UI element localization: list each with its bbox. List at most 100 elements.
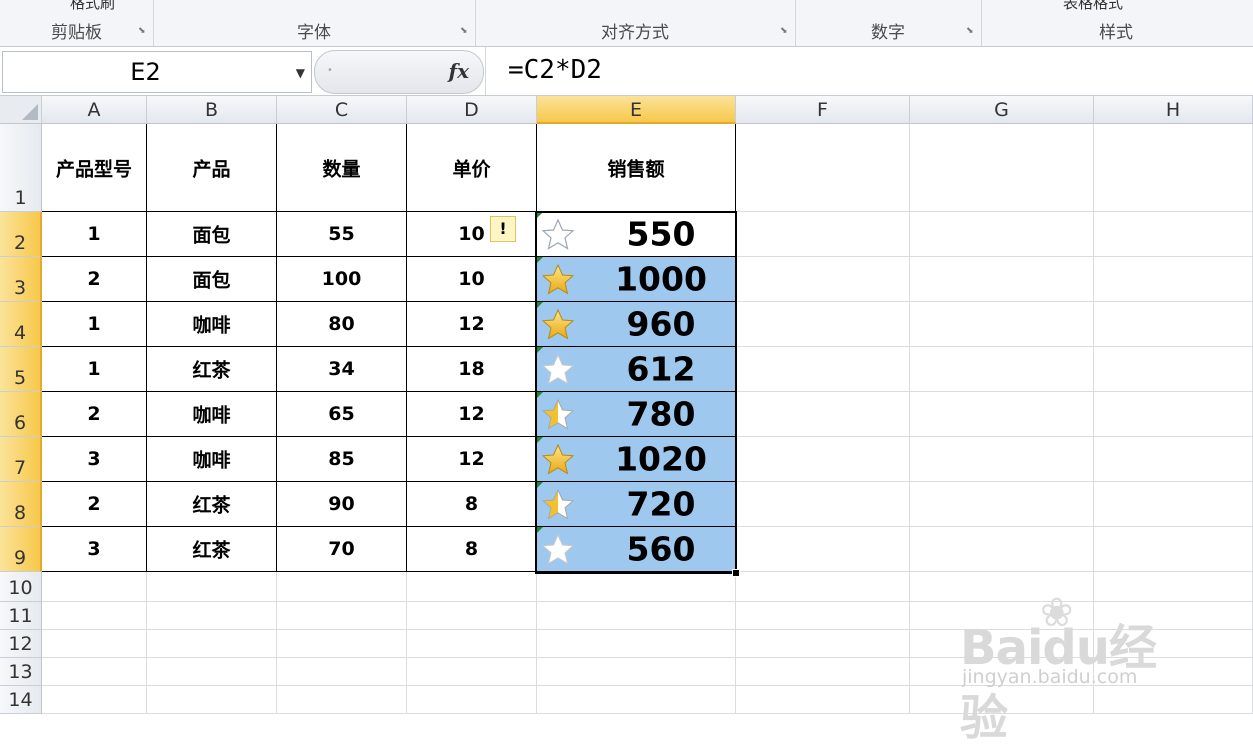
table-cell-model[interactable]: 1 (42, 302, 147, 347)
sales-cell[interactable]: 960 (537, 302, 736, 347)
empty-cell[interactable] (147, 602, 277, 630)
column-header-c[interactable]: C (277, 96, 407, 124)
empty-cell[interactable] (1094, 212, 1253, 257)
column-header-a[interactable]: A (42, 96, 147, 124)
chevron-down-icon[interactable]: ▼ (296, 66, 305, 80)
table-cell-qty[interactable]: 80 (277, 302, 407, 347)
empty-cell[interactable] (277, 686, 407, 714)
empty-cell[interactable] (736, 347, 910, 392)
table-cell-price[interactable]: 10 (407, 212, 537, 257)
table-cell-price[interactable]: 18 (407, 347, 537, 392)
empty-cell[interactable] (1094, 437, 1253, 482)
table-cell-model[interactable]: 1 (42, 347, 147, 392)
empty-cell[interactable] (736, 212, 910, 257)
empty-cell[interactable] (736, 257, 910, 302)
table-cell-model[interactable]: 2 (42, 257, 147, 302)
sales-cell[interactable]: 780 (537, 392, 736, 437)
empty-cell[interactable] (910, 302, 1094, 347)
table-cell-price[interactable]: 10 (407, 257, 537, 302)
table-cell-qty[interactable]: 85 (277, 437, 407, 482)
empty-cell[interactable] (736, 124, 910, 212)
empty-cell[interactable] (736, 686, 910, 714)
empty-cell[interactable] (736, 302, 910, 347)
table-cell-model[interactable]: 2 (42, 392, 147, 437)
empty-cell[interactable] (407, 602, 537, 630)
empty-cell[interactable] (910, 124, 1094, 212)
column-header-h[interactable]: H (1094, 96, 1253, 124)
empty-cell[interactable] (910, 347, 1094, 392)
table-cell-model[interactable]: 2 (42, 482, 147, 527)
row-header-11[interactable]: 11 (0, 602, 42, 630)
row-header-3[interactable]: 3 (0, 257, 42, 302)
dialog-launcher-icon[interactable]: ⬊ (460, 27, 469, 36)
empty-cell[interactable] (407, 572, 537, 602)
empty-cell[interactable] (277, 658, 407, 686)
table-cell-price[interactable]: 12 (407, 302, 537, 347)
empty-cell[interactable] (537, 630, 736, 658)
empty-cell[interactable] (147, 572, 277, 602)
table-cell-qty[interactable]: 100 (277, 257, 407, 302)
table-cell-model[interactable]: 1 (42, 212, 147, 257)
select-all-button[interactable] (0, 96, 42, 124)
sales-cell[interactable]: 1000 (537, 257, 736, 302)
empty-cell[interactable] (537, 686, 736, 714)
table-cell-price[interactable]: 12 (407, 392, 537, 437)
empty-cell[interactable] (736, 437, 910, 482)
empty-cell[interactable] (277, 630, 407, 658)
empty-cell[interactable] (1094, 392, 1253, 437)
row-header-12[interactable]: 12 (0, 630, 42, 658)
table-cell-product[interactable]: 咖啡 (147, 437, 277, 482)
column-header-g[interactable]: G (910, 96, 1094, 124)
empty-cell[interactable] (1094, 302, 1253, 347)
table-cell-qty[interactable]: 55 (277, 212, 407, 257)
header-cell-product[interactable]: 产品 (147, 124, 277, 212)
table-cell-price[interactable]: 8 (407, 527, 537, 572)
table-cell-product[interactable]: 红茶 (147, 347, 277, 392)
empty-cell[interactable] (736, 572, 910, 602)
sales-cell[interactable]: 550 (537, 212, 736, 257)
table-cell-qty[interactable]: 70 (277, 527, 407, 572)
empty-cell[interactable] (910, 257, 1094, 302)
row-header-8[interactable]: 8 (0, 482, 42, 527)
dialog-launcher-icon[interactable]: ⬊ (780, 27, 789, 36)
row-header-4[interactable]: 4 (0, 302, 42, 347)
formula-input[interactable]: =C2*D2 (508, 55, 602, 85)
table-cell-model[interactable]: 3 (42, 527, 147, 572)
empty-cell[interactable] (910, 482, 1094, 527)
table-cell-price[interactable]: 8 (407, 482, 537, 527)
column-header-b[interactable]: B (147, 96, 277, 124)
table-cell-qty[interactable]: 65 (277, 392, 407, 437)
empty-cell[interactable] (42, 630, 147, 658)
table-cell-product[interactable]: 面包 (147, 212, 277, 257)
empty-cell[interactable] (736, 630, 910, 658)
column-header-f[interactable]: F (736, 96, 910, 124)
empty-cell[interactable] (910, 392, 1094, 437)
header-cell-sales[interactable]: 销售额 (537, 124, 736, 212)
sales-cell[interactable]: 612 (537, 347, 736, 392)
table-cell-product[interactable]: 红茶 (147, 482, 277, 527)
empty-cell[interactable] (42, 572, 147, 602)
column-header-e[interactable]: E (537, 96, 736, 124)
sales-cell[interactable]: 560 (537, 527, 736, 572)
table-cell-model[interactable]: 3 (42, 437, 147, 482)
header-cell-qty[interactable]: 数量 (277, 124, 407, 212)
format-painter-label[interactable]: 格式刷 (70, 0, 115, 13)
empty-cell[interactable] (42, 602, 147, 630)
empty-cell[interactable] (147, 686, 277, 714)
row-header-1[interactable]: 1 (0, 124, 42, 212)
empty-cell[interactable] (736, 527, 910, 572)
row-header-10[interactable]: 10 (0, 572, 42, 602)
empty-cell[interactable] (407, 658, 537, 686)
table-cell-qty[interactable]: 90 (277, 482, 407, 527)
empty-cell[interactable] (736, 392, 910, 437)
row-header-13[interactable]: 13 (0, 658, 42, 686)
error-warning-icon[interactable]: ! (490, 216, 516, 242)
empty-cell[interactable] (736, 658, 910, 686)
empty-cell[interactable] (1094, 347, 1253, 392)
row-header-9[interactable]: 9 (0, 527, 42, 572)
empty-cell[interactable] (42, 658, 147, 686)
empty-cell[interactable] (407, 630, 537, 658)
empty-cell[interactable] (736, 602, 910, 630)
name-box[interactable]: E2 ▼ (2, 51, 312, 93)
table-cell-product[interactable]: 红茶 (147, 527, 277, 572)
